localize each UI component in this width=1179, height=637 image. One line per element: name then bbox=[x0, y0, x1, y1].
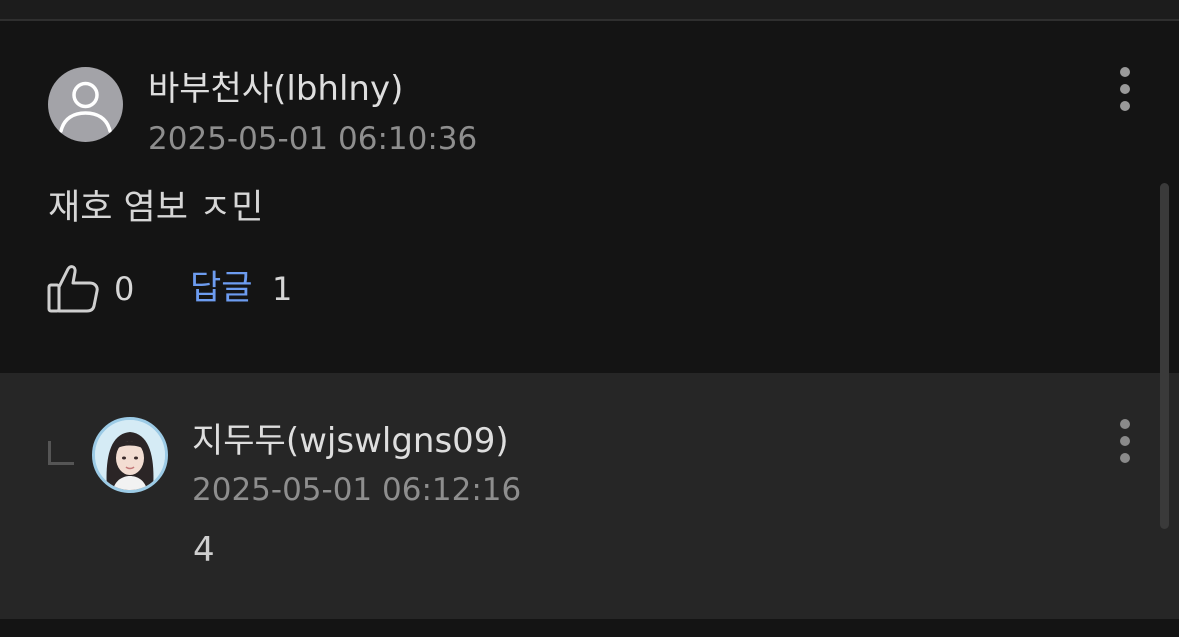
reply-timestamp: 2025-05-01 06:12:16 bbox=[192, 472, 522, 508]
scrollbar[interactable] bbox=[1160, 183, 1169, 529]
reply-body: 4 bbox=[193, 530, 215, 570]
thumbs-up-icon[interactable] bbox=[46, 261, 100, 315]
reply-author[interactable]: 지두두(wjswlgns09) bbox=[192, 419, 509, 463]
profile-photo bbox=[95, 420, 165, 490]
reply-count: 1 bbox=[272, 270, 293, 308]
reply-button[interactable]: 답글 bbox=[190, 265, 253, 311]
reply-comment: 지두두(wjswlgns09) 2025-05-01 06:12:16 4 bbox=[0, 373, 1179, 619]
previous-item-edge bbox=[0, 0, 1179, 20]
reply-corner-icon bbox=[48, 441, 74, 465]
more-vertical-icon[interactable] bbox=[1110, 65, 1140, 113]
avatar[interactable] bbox=[48, 67, 123, 142]
comment-thread: 바부천사(lbhlny) 2025-05-01 06:10:36 재호 염보 ㅈ… bbox=[0, 0, 1179, 637]
comment: 바부천사(lbhlny) 2025-05-01 06:10:36 재호 염보 ㅈ… bbox=[0, 21, 1179, 373]
comment-timestamp: 2025-05-01 06:10:36 bbox=[148, 121, 478, 157]
like-count: 0 bbox=[114, 270, 135, 308]
comment-author[interactable]: 바부천사(lbhlny) bbox=[148, 67, 403, 111]
default-user-icon bbox=[59, 81, 112, 133]
next-item-edge bbox=[0, 619, 1179, 637]
avatar[interactable] bbox=[92, 417, 168, 493]
comment-body: 재호 염보 ㅈ민 bbox=[48, 188, 264, 228]
more-vertical-icon[interactable] bbox=[1110, 417, 1140, 465]
